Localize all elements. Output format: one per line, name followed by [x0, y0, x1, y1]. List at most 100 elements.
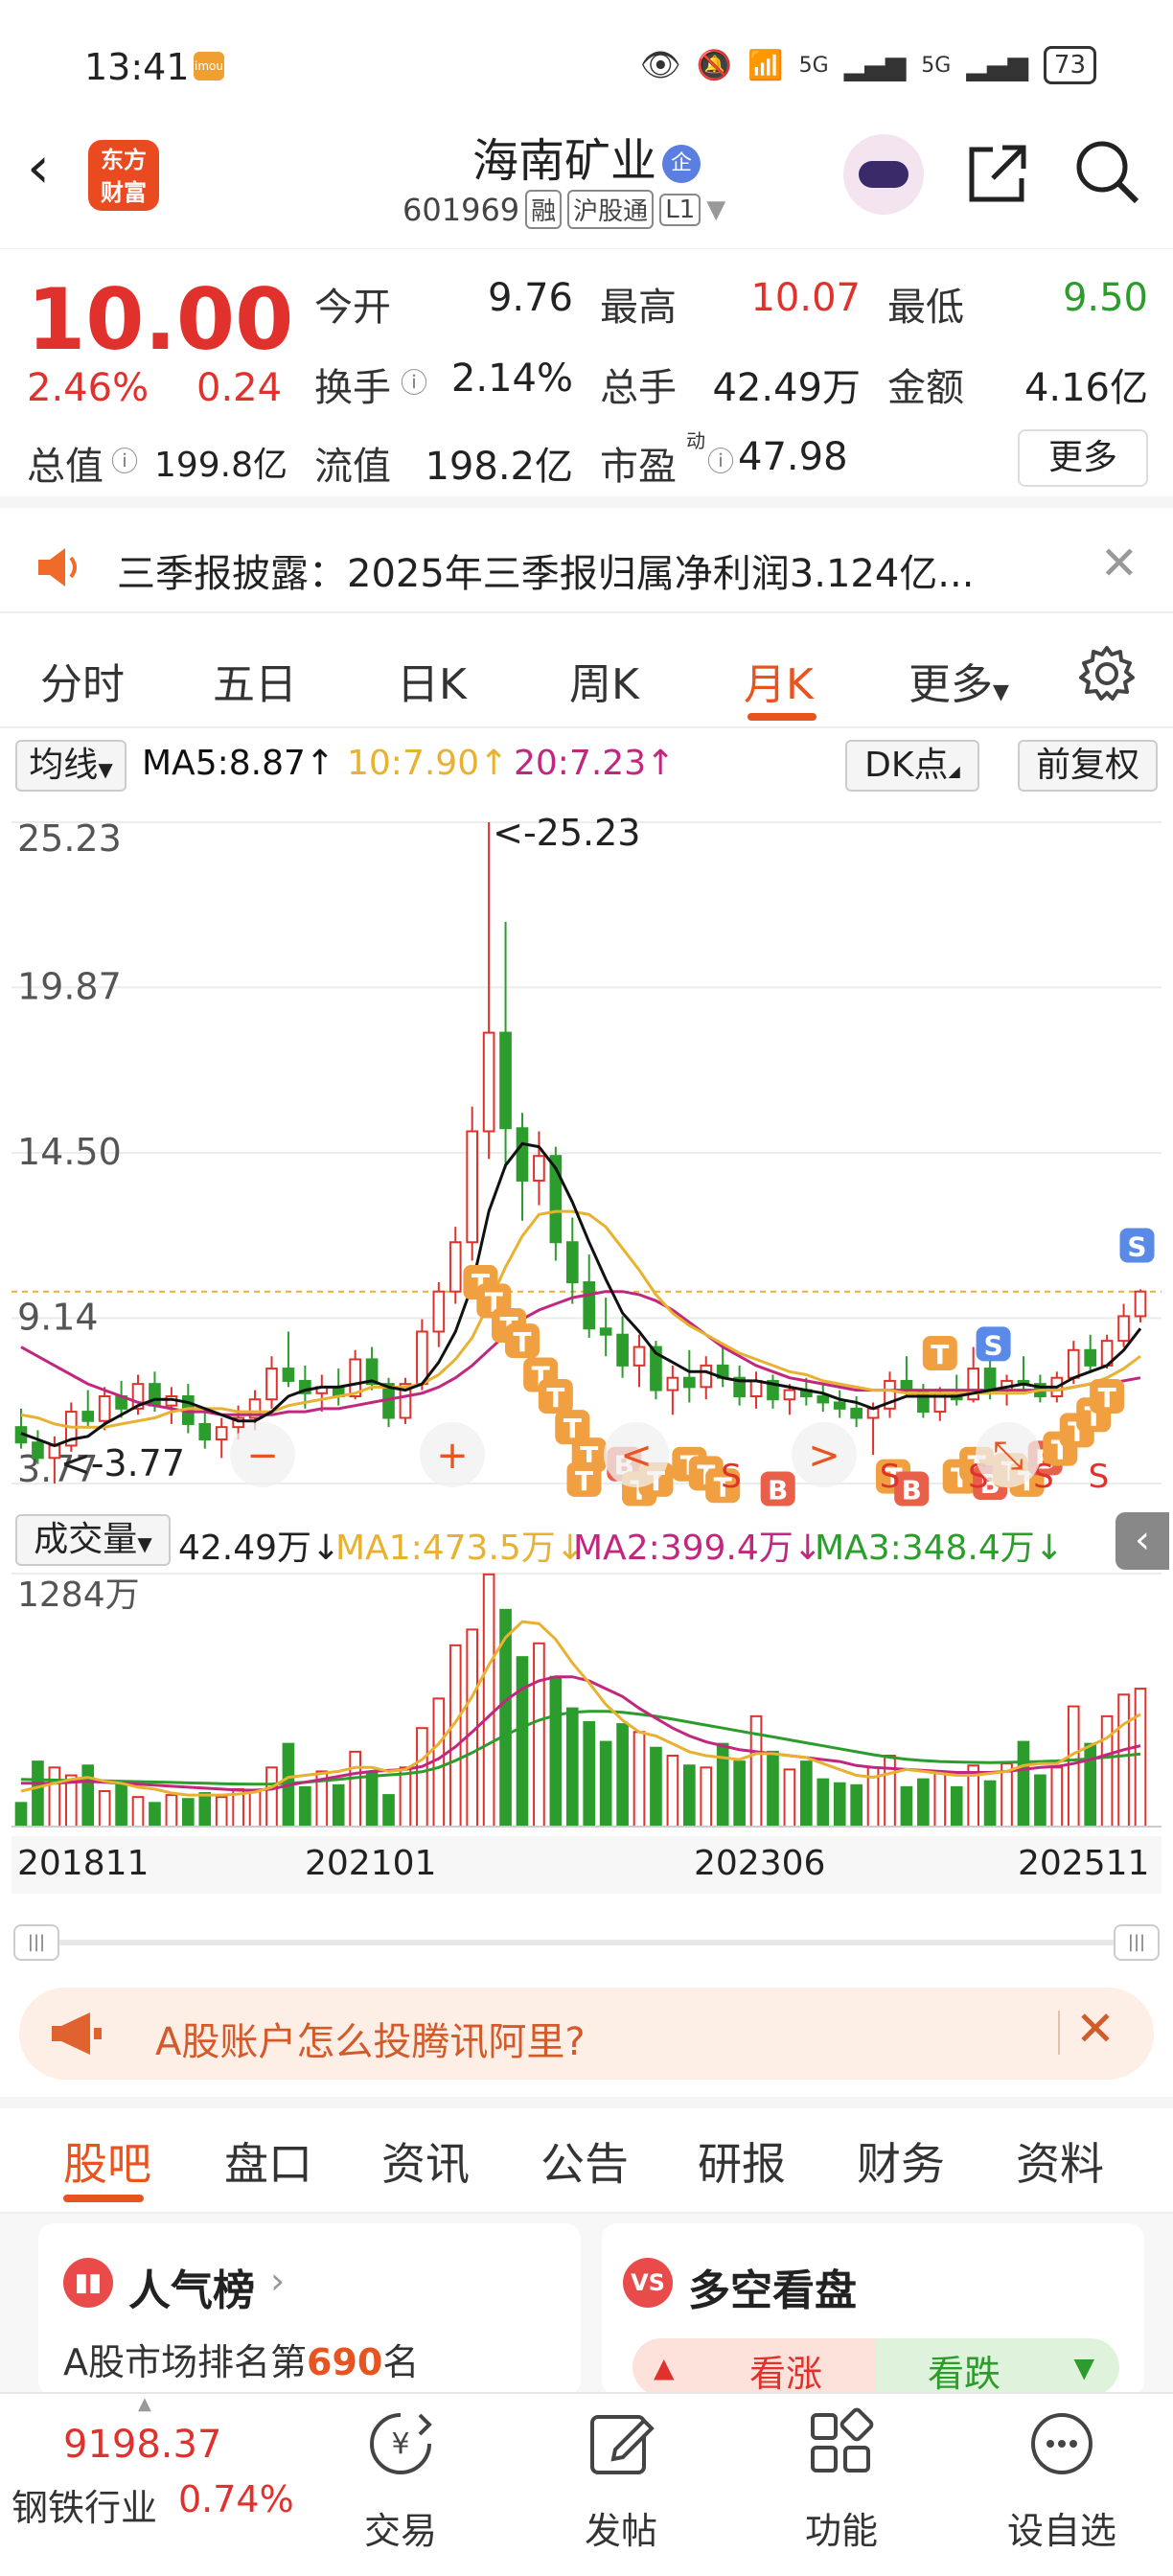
close-icon[interactable]: ✕	[1075, 2001, 1116, 2057]
trade-icon[interactable]: ¥	[362, 2405, 439, 2482]
candle-body	[1067, 1348, 1080, 1379]
bull-bear-title: 多空看盘	[688, 2266, 857, 2315]
volume-select[interactable]: 成交量▼	[15, 1514, 171, 1566]
active-tab-indicator	[748, 713, 816, 721]
scroll-handle-right[interactable]: |||	[1114, 1924, 1160, 1961]
float-label: 流值	[314, 445, 391, 489]
tab-forum[interactable]: 股吧	[63, 2129, 151, 2193]
bull-label: 看涨	[749, 2353, 823, 2395]
rank-number: 690	[307, 2341, 383, 2383]
volume-bar	[583, 1721, 596, 1828]
more-button[interactable]: 更多	[1018, 429, 1148, 487]
next-button-label: >	[808, 1434, 840, 1478]
promo-text[interactable]: A股账户怎么投腾讯阿里?	[155, 2011, 586, 2066]
status-bar: 13:41 imou 👁 🔕 📶 5G ▂▄▆ 5G ▂▄▆ 73	[0, 0, 1173, 115]
tab-weekly-k[interactable]: 周K	[569, 650, 639, 711]
tab-intraday[interactable]: 分时	[40, 650, 125, 711]
chevron-down-icon: ▼	[706, 195, 726, 224]
dk-point-select[interactable]: DK点◢	[845, 740, 979, 792]
high-label: 最高	[600, 286, 677, 330]
rank-prefix: A股市场排名第	[63, 2341, 307, 2383]
search-icon[interactable]	[1073, 138, 1140, 205]
tab-daily-k[interactable]: 日K	[397, 650, 467, 711]
notice-text[interactable]: 三季报披露：2025年三季报归属净利润3.124亿...	[117, 542, 974, 598]
candle-body	[850, 1407, 862, 1419]
scroll-handle-left[interactable]: |||	[13, 1924, 59, 1961]
bull-button[interactable]: ▲ 看涨	[632, 2338, 876, 2396]
y-tick-label: 19.87	[17, 965, 122, 1007]
change-percent: 2.46%	[27, 366, 150, 410]
rank-suffix: 名	[382, 2341, 420, 2383]
candle-body	[98, 1395, 111, 1422]
indicator-select[interactable]: 均线▼	[15, 740, 126, 792]
index-name[interactable]: 钢铁行业	[12, 2478, 157, 2531]
tab-orderbook[interactable]: 盘口	[224, 2129, 312, 2193]
tab-five-day[interactable]: 五日	[213, 650, 297, 711]
turnover-value: 2.14%	[450, 356, 573, 401]
stock-subtitle[interactable]: 601969 融 沪股通 L1 ▼	[402, 190, 725, 229]
tab-more[interactable]: 更多▼	[908, 650, 1009, 711]
signal-label: T	[1098, 1382, 1116, 1414]
tab-monthly-k[interactable]: 月K	[744, 650, 814, 711]
volume-value: 42.49万	[712, 366, 861, 410]
tab-announcements[interactable]: 公告	[540, 2129, 629, 2193]
post-icon[interactable]	[583, 2405, 659, 2482]
bear-button[interactable]: 看跌 ▼	[876, 2338, 1119, 2396]
volume-max-label: 1284万	[17, 1576, 140, 1615]
status-time: 13:41	[84, 46, 190, 88]
gear-icon[interactable]	[1077, 644, 1137, 703]
close-icon[interactable]: ✕	[1100, 537, 1138, 590]
nav-functions[interactable]: 功能	[774, 2501, 908, 2554]
volume-bar	[1084, 1742, 1097, 1828]
volume-bar	[1100, 1714, 1114, 1828]
tab-research[interactable]: 研报	[698, 2129, 786, 2193]
turnover-label: 换手	[314, 366, 391, 410]
info-icon[interactable]: ⓘ	[707, 441, 734, 479]
popularity-chart-icon: ▮▮	[63, 2258, 113, 2308]
candle-body	[666, 1376, 679, 1392]
volume-bar	[616, 1723, 629, 1828]
assistant-robot-icon[interactable]	[843, 134, 924, 215]
volume-bar	[165, 1794, 178, 1828]
add-watchlist-icon[interactable]	[1024, 2405, 1100, 2482]
vol-ma1: MA1:473.5万↓	[335, 1529, 585, 1568]
volume-chart[interactable]: 1284万	[12, 1568, 1162, 1836]
chevron-right-icon: ›	[270, 2260, 286, 2302]
signal-label: B	[901, 1474, 921, 1506]
tab-news[interactable]: 资讯	[381, 2129, 470, 2193]
share-icon[interactable]	[964, 140, 1031, 207]
x-axis	[12, 1836, 1162, 1894]
index-value[interactable]: 9198.37	[63, 2423, 221, 2467]
volume-bar	[666, 1754, 679, 1828]
info-icon[interactable]: ⓘ	[111, 441, 138, 479]
adjust-select[interactable]: 前复权	[1018, 740, 1158, 792]
volume-bar	[833, 1782, 846, 1828]
sell-mark: S	[1089, 1458, 1110, 1496]
chart-scrollbar[interactable]: ||| |||	[13, 1924, 1160, 1961]
candle-body	[1134, 1290, 1147, 1318]
down-triangle-icon: ▼	[1073, 2352, 1094, 2383]
volume-bar	[482, 1573, 495, 1828]
tab-finance[interactable]: 财务	[857, 2129, 945, 2193]
collapse-panel-button[interactable]: ‹	[1116, 1512, 1169, 1570]
caret-down-icon: ▼	[993, 680, 1009, 704]
volume-bar	[599, 1740, 612, 1828]
functions-icon[interactable]	[803, 2405, 880, 2482]
candle-body	[1084, 1348, 1097, 1367]
volume-bar	[32, 1760, 44, 1828]
tab-profile[interactable]: 资料	[1016, 2129, 1104, 2193]
nav-add-watchlist[interactable]: 设自选	[995, 2501, 1129, 2554]
tag-margin: 融	[525, 190, 563, 229]
nav-trade[interactable]: 交易	[334, 2501, 468, 2554]
volume-bar	[565, 1707, 579, 1828]
pe-superscript: 动	[686, 429, 705, 452]
candle-body	[583, 1281, 596, 1330]
nav-post[interactable]: 发帖	[554, 2501, 688, 2554]
candle-body	[616, 1333, 629, 1367]
volume-select-label: 成交量	[34, 1520, 138, 1559]
index-change: 0.74%	[178, 2478, 294, 2520]
kline-chart[interactable]: 25.2319.8714.509.143.77TTTTTTTTBTTTTTTBT…	[12, 797, 1162, 1506]
candle-body	[149, 1383, 161, 1407]
volume-bar	[149, 1802, 161, 1828]
signal-bars-icon-2: ▂▄▆	[966, 49, 1028, 81]
